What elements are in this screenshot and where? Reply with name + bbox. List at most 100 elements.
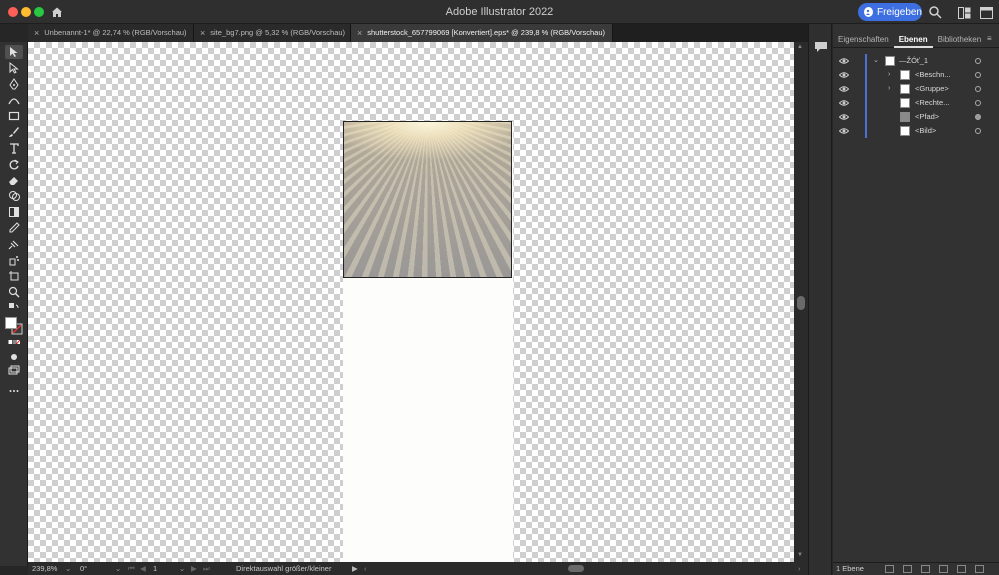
layers-panel: Eigenschaften Ebenen Bibliotheken ≡ ⌄ —Ž… xyxy=(833,24,999,575)
search-icon[interactable] xyxy=(928,5,942,19)
export-icon[interactable] xyxy=(885,565,894,573)
artboard-tool-icon[interactable] xyxy=(5,269,23,283)
rotate-tool-icon[interactable] xyxy=(5,157,23,171)
tab-site-bg7[interactable]: × site_bg7.png @ 5,32 % (RGB/Vorschau) xyxy=(194,24,351,42)
more-tools-icon[interactable] xyxy=(5,384,23,398)
new-layer-icon[interactable] xyxy=(957,565,966,573)
layer-row[interactable]: ⌄ —ŽÓť_1 xyxy=(833,54,999,68)
selection-tool-icon[interactable] xyxy=(5,45,23,59)
blend-tool-icon[interactable] xyxy=(5,237,23,251)
visibility-eye-icon[interactable] xyxy=(839,70,849,80)
zoom-tool-icon[interactable] xyxy=(5,285,23,299)
target-circle-icon[interactable] xyxy=(975,58,981,64)
fill-stroke-swatch[interactable] xyxy=(5,317,23,335)
close-tab-icon[interactable]: × xyxy=(357,24,362,42)
tab-label: shutterstock_657799069 [Konvertiert].eps… xyxy=(367,28,606,37)
scroll-right-icon[interactable]: › xyxy=(798,562,801,575)
tab-ebenen[interactable]: Ebenen xyxy=(893,32,933,48)
direct-selection-tool-icon[interactable] xyxy=(5,61,23,75)
previous-artboard-icon[interactable]: ◀ xyxy=(140,562,146,575)
layer-name[interactable]: <Pfad> xyxy=(915,110,939,124)
chevron-right-icon[interactable]: › xyxy=(888,82,890,96)
pen-tool-icon[interactable] xyxy=(5,77,23,91)
scroll-left-icon[interactable]: ‹ xyxy=(364,562,367,575)
eraser-tool-icon[interactable] xyxy=(5,173,23,187)
symbol-sprayer-tool-icon[interactable] xyxy=(5,253,23,267)
paintbrush-tool-icon[interactable] xyxy=(5,125,23,139)
rotation-dropdown-icon[interactable]: ⌄ xyxy=(115,562,121,575)
layer-name[interactable]: <Gruppe> xyxy=(915,82,949,96)
tab-unbenannt[interactable]: × Unbenannt-1* @ 22,74 % (RGB/Vorschau) xyxy=(28,24,194,42)
draw-mode-icon[interactable] xyxy=(5,350,23,364)
gradient-tool-icon[interactable] xyxy=(5,205,23,219)
swap-fill-stroke-icon[interactable] xyxy=(5,301,23,315)
visibility-eye-icon[interactable] xyxy=(839,56,849,66)
chevron-down-icon[interactable]: ⌄ xyxy=(873,54,879,68)
tab-bibliotheken[interactable]: Bibliotheken xyxy=(933,32,987,48)
scroll-down-icon[interactable]: ▼ xyxy=(797,552,803,558)
maximize-window-button[interactable] xyxy=(34,7,44,17)
rectangle-tool-icon[interactable] xyxy=(5,109,23,123)
chevron-right-icon[interactable]: › xyxy=(888,68,890,82)
target-circle-icon[interactable] xyxy=(975,86,981,92)
last-artboard-icon[interactable]: ⏭ xyxy=(203,562,210,575)
layer-row[interactable]: › <Gruppe> xyxy=(833,82,999,96)
visibility-eye-icon[interactable] xyxy=(839,98,849,108)
artwork-light-rays-image[interactable] xyxy=(343,121,512,278)
layer-name[interactable]: <Rechte... xyxy=(915,96,949,110)
layer-thumbnail xyxy=(900,112,910,122)
visibility-eye-icon[interactable] xyxy=(839,126,849,136)
close-window-button[interactable] xyxy=(8,7,18,17)
rotation-value[interactable]: 0° xyxy=(80,562,87,575)
arrange-panels-icon[interactable] xyxy=(980,6,993,19)
tab-eigenschaften[interactable]: Eigenschaften xyxy=(833,32,894,48)
target-circle-icon[interactable] xyxy=(975,114,981,120)
current-tool-hint: Direktauswahl größer/kleiner xyxy=(236,564,332,573)
target-circle-icon[interactable] xyxy=(975,128,981,134)
first-artboard-icon[interactable]: ⏮ xyxy=(128,562,135,575)
layer-row[interactable]: <Pfad> xyxy=(833,110,999,124)
minimize-window-button[interactable] xyxy=(21,7,31,17)
layer-row[interactable]: › <Beschn... xyxy=(833,68,999,82)
next-artboard-icon[interactable]: ▶ xyxy=(191,562,197,575)
visibility-eye-icon[interactable] xyxy=(839,84,849,94)
zoom-level[interactable]: 239,8% xyxy=(32,562,57,575)
delete-layer-icon[interactable] xyxy=(975,565,984,573)
share-button[interactable]: Freigeben xyxy=(858,3,922,21)
layer-row[interactable]: <Rechte... xyxy=(833,96,999,110)
eyedropper-tool-icon[interactable] xyxy=(5,221,23,235)
layer-row[interactable]: <Bild> xyxy=(833,124,999,138)
layer-color-bar xyxy=(865,96,867,110)
panel-menu-icon[interactable]: ≡ xyxy=(987,34,992,43)
comments-icon[interactable] xyxy=(814,40,828,52)
layer-name[interactable]: —ŽÓť_1 xyxy=(899,54,928,68)
status-menu-icon[interactable]: ▶ xyxy=(352,562,358,575)
zoom-dropdown-icon[interactable]: ⌄ xyxy=(65,562,71,575)
screen-mode-icon[interactable] xyxy=(5,364,23,378)
artboard-dropdown-icon[interactable]: ⌄ xyxy=(179,562,185,575)
shape-builder-tool-icon[interactable] xyxy=(5,189,23,203)
curvature-tool-icon[interactable] xyxy=(5,93,23,107)
close-tab-icon[interactable]: × xyxy=(34,24,39,42)
clipping-mask-icon[interactable] xyxy=(921,565,930,573)
visibility-eye-icon[interactable] xyxy=(839,112,849,122)
search-layer-icon[interactable] xyxy=(903,565,912,573)
tab-shutterstock[interactable]: × shutterstock_657799069 [Konvertiert].e… xyxy=(351,24,613,42)
color-none-icon[interactable] xyxy=(5,336,23,350)
layer-color-bar xyxy=(865,110,867,124)
type-tool-icon[interactable] xyxy=(5,141,23,155)
layer-name[interactable]: <Bild> xyxy=(915,124,936,138)
workspace-switcher-icon[interactable] xyxy=(958,6,971,19)
target-circle-icon[interactable] xyxy=(975,100,981,106)
close-tab-icon[interactable]: × xyxy=(200,24,205,42)
canvas[interactable] xyxy=(28,42,794,562)
artboard-number[interactable]: 1 xyxy=(153,562,157,575)
new-sublayer-icon[interactable] xyxy=(939,565,948,573)
layer-name[interactable]: <Beschn... xyxy=(915,68,951,82)
home-icon[interactable] xyxy=(48,3,66,21)
vertical-scrollbar[interactable]: ▲ ▼ xyxy=(794,42,808,562)
target-circle-icon[interactable] xyxy=(975,72,981,78)
scroll-up-icon[interactable]: ▲ xyxy=(797,44,803,50)
horizontal-scroll-thumb[interactable] xyxy=(568,565,584,572)
vertical-scroll-thumb[interactable] xyxy=(797,296,805,310)
